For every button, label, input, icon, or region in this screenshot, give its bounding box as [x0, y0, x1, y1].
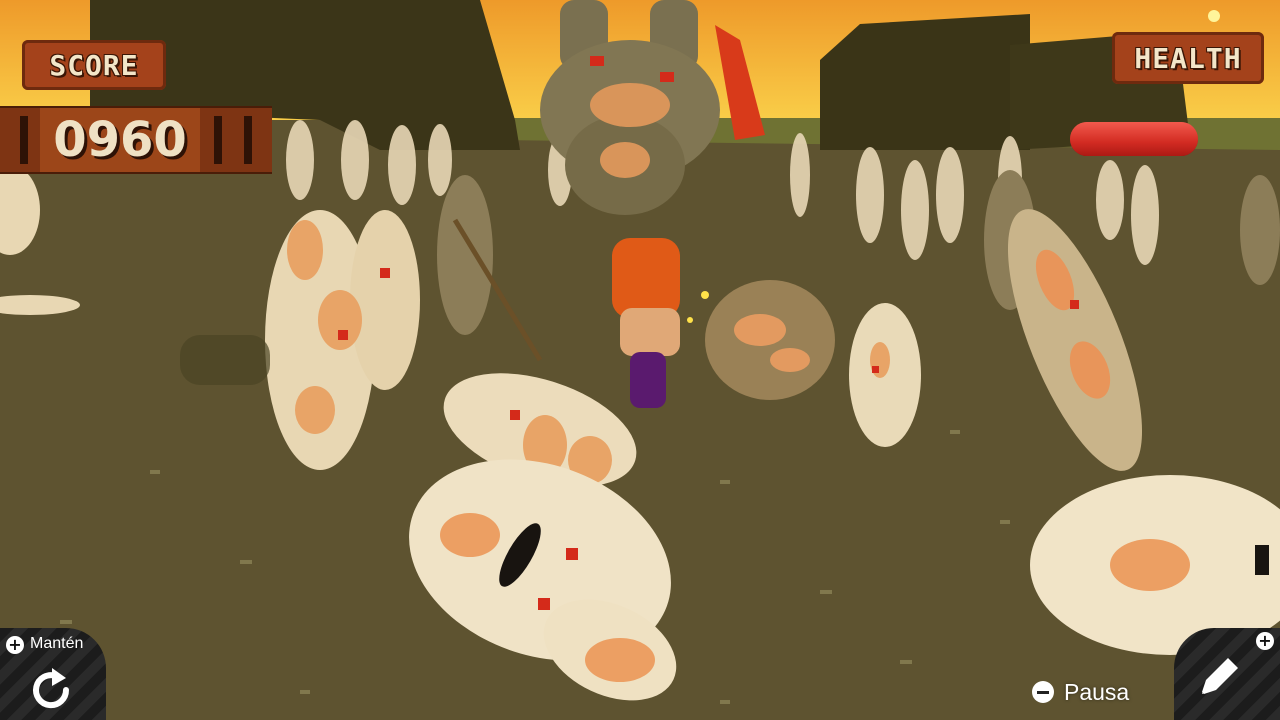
retry-icon — [33, 668, 70, 709]
ground-block — [820, 14, 1030, 150]
small-bunny-middle — [849, 303, 921, 447]
score-label-plate: SCORE — [22, 40, 166, 90]
health-label: HEALTH — [1134, 41, 1242, 75]
pause-label: Pausa — [1064, 678, 1130, 705]
plus-icon: + — [6, 636, 24, 654]
hit-sparkle — [687, 317, 693, 323]
score-panel: 0960 — [0, 106, 272, 174]
ground-shadow — [180, 335, 270, 385]
health-label-plate: HEALTH — [1112, 32, 1264, 84]
hit-sparkle — [701, 291, 709, 299]
edit-button[interactable]: + — [1174, 628, 1280, 720]
score-panel-notch — [214, 116, 222, 164]
health-bar-fill — [1070, 122, 1198, 156]
retry-button[interactable]: + Mantén — [0, 628, 106, 720]
health-bar — [1070, 122, 1198, 156]
score-panel-notch — [244, 116, 252, 164]
score-panel-notch — [20, 116, 28, 164]
plus-icon: + — [1256, 632, 1274, 650]
pause-button[interactable]: Pausa — [1032, 678, 1129, 706]
pencil-icon — [1202, 658, 1238, 694]
score-label: SCORE — [49, 48, 139, 82]
sun — [1208, 10, 1220, 22]
hold-label: Mantén — [30, 635, 84, 652]
minus-icon — [1032, 681, 1054, 703]
score-value: 0960 — [40, 108, 200, 172]
brown-bunny-right — [705, 280, 835, 400]
